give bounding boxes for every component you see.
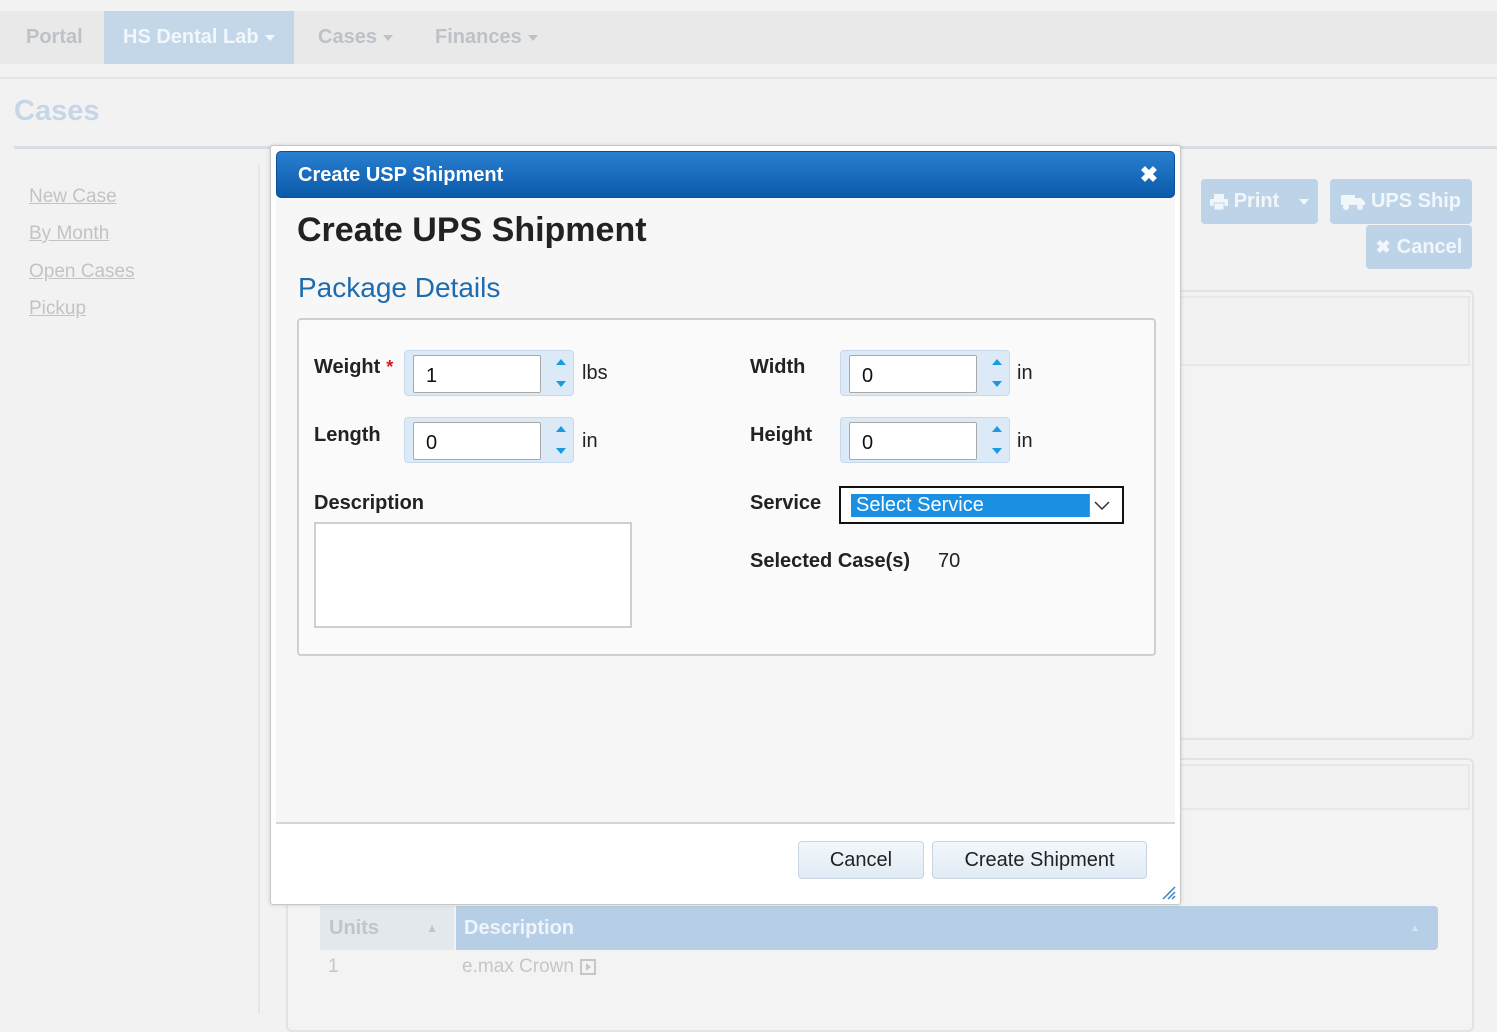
- height-input[interactable]: [849, 422, 977, 460]
- chevron-down-icon: [1299, 198, 1310, 205]
- case-items-header: [1176, 764, 1470, 810]
- grid-header-description[interactable]: Description ▲: [456, 906, 1438, 950]
- description-label: Description: [314, 492, 425, 514]
- expand-icon[interactable]: [579, 959, 596, 975]
- weight-label-text: Weight: [314, 356, 381, 378]
- grid-cell-description-text: e.max Crown: [462, 956, 574, 977]
- grid-cell-description: e.max Crown: [462, 956, 596, 978]
- case-detail-header: [1176, 296, 1470, 366]
- sort-icon: ▲: [426, 921, 438, 935]
- arrow-down-icon: [556, 381, 566, 387]
- chevron-down-icon: [264, 34, 275, 41]
- width-input[interactable]: [849, 355, 977, 393]
- nav-cases[interactable]: Cases: [318, 11, 393, 64]
- top-nav-bar: Portal HS Dental Lab Cases Finances: [0, 11, 1497, 64]
- length-label: Length: [314, 424, 381, 446]
- cancel-button[interactable]: Cancel: [798, 841, 924, 879]
- chevron-down-icon: [527, 34, 538, 41]
- nav-portal[interactable]: Portal: [26, 11, 83, 64]
- width-increment-button[interactable]: [985, 351, 1009, 373]
- bg-cancel-button[interactable]: ✖ Cancel: [1366, 225, 1472, 269]
- weight-spinner: [404, 350, 574, 396]
- nav-hs-dental-lab[interactable]: HS Dental Lab: [104, 11, 294, 64]
- grid-header-description-label: Description: [464, 916, 575, 939]
- selected-cases-label: Selected Case(s): [750, 550, 911, 572]
- chevron-down-icon: [382, 34, 393, 41]
- weight-label: Weight *: [314, 356, 393, 379]
- service-select[interactable]: Select Service: [839, 486, 1124, 524]
- arrow-down-icon: [992, 448, 1002, 454]
- close-icon: ✖: [1375, 236, 1391, 257]
- create-shipment-button[interactable]: Create Shipment: [932, 841, 1147, 879]
- arrow-up-icon: [992, 359, 1002, 365]
- nav-hs-dental-lab-label: HS Dental Lab: [123, 26, 259, 48]
- length-unit: in: [582, 430, 598, 452]
- page-title: Cases: [14, 95, 100, 127]
- height-spinner: [840, 417, 1010, 463]
- sidebar-link-by-month[interactable]: By Month: [29, 223, 109, 245]
- length-increment-button[interactable]: [549, 418, 573, 440]
- dialog-titlebar[interactable]: Create USP Shipment ✖: [276, 151, 1175, 198]
- grid-header-units-label: Units: [329, 916, 379, 939]
- length-decrement-button[interactable]: [549, 440, 573, 462]
- description-textarea[interactable]: [314, 522, 632, 628]
- width-label: Width: [750, 356, 806, 378]
- weight-decrement-button[interactable]: [549, 373, 573, 395]
- dialog-title: Create USP Shipment: [298, 164, 504, 186]
- service-label: Service: [750, 492, 822, 514]
- weight-increment-button[interactable]: [549, 351, 573, 373]
- sidebar-link-new-case[interactable]: New Case: [29, 186, 117, 208]
- width-unit: in: [1017, 362, 1033, 384]
- chevron-down-icon: [1089, 494, 1114, 517]
- package-details-fieldset: Weight* lbs Width in Length: [297, 318, 1156, 656]
- height-decrement-button[interactable]: [985, 440, 1009, 462]
- service-select-value: Select Service: [851, 494, 1091, 517]
- printer-icon: [1209, 193, 1228, 210]
- required-asterisk: *: [386, 357, 394, 377]
- print-button[interactable]: Print: [1201, 179, 1318, 224]
- arrow-up-icon: [992, 426, 1002, 432]
- section-heading: Package Details: [298, 272, 501, 303]
- height-increment-button[interactable]: [985, 418, 1009, 440]
- grid-cell-units: 1: [328, 956, 339, 977]
- close-icon[interactable]: ✖: [1138, 164, 1160, 186]
- bg-cancel-button-label: Cancel: [1396, 235, 1463, 258]
- grid-header-units[interactable]: Units ▲: [320, 906, 454, 950]
- print-button-label: Print: [1233, 190, 1280, 212]
- dialog-heading: Create UPS Shipment: [297, 211, 647, 249]
- nav-cases-label: Cases: [318, 26, 377, 48]
- height-unit: in: [1017, 430, 1033, 452]
- sidebar-link-open-cases[interactable]: Open Cases: [29, 261, 135, 283]
- width-decrement-button[interactable]: [985, 373, 1009, 395]
- ups-ship-button-label: UPS Ship: [1370, 190, 1461, 212]
- arrow-down-icon: [556, 448, 566, 454]
- create-shipment-dialog: Create USP Shipment ✖ Create UPS Shipmen…: [270, 145, 1181, 905]
- nav-finances-label: Finances: [435, 26, 522, 48]
- weight-unit: lbs: [582, 362, 608, 384]
- sort-ascending-icon: ▲: [1410, 922, 1420, 934]
- resize-grip-icon[interactable]: [1160, 884, 1176, 900]
- weight-input[interactable]: [413, 355, 541, 393]
- dialog-footer-divider: [276, 822, 1175, 824]
- arrow-down-icon: [992, 381, 1002, 387]
- divider: [0, 77, 1497, 79]
- arrow-up-icon: [556, 359, 566, 365]
- sidebar-link-pickup[interactable]: Pickup: [29, 298, 86, 320]
- ups-ship-button[interactable]: UPS Ship: [1330, 179, 1472, 224]
- selected-cases-value: 70: [938, 550, 961, 572]
- height-label: Height: [750, 424, 813, 446]
- sidebar-divider: [258, 165, 260, 1014]
- length-spinner: [404, 417, 574, 463]
- truck-icon: [1340, 194, 1365, 210]
- width-spinner: [840, 350, 1010, 396]
- arrow-up-icon: [556, 426, 566, 432]
- dialog-content: Create UPS Shipment Package Details Weig…: [276, 198, 1175, 822]
- length-input[interactable]: [413, 422, 541, 460]
- nav-finances[interactable]: Finances: [435, 11, 538, 64]
